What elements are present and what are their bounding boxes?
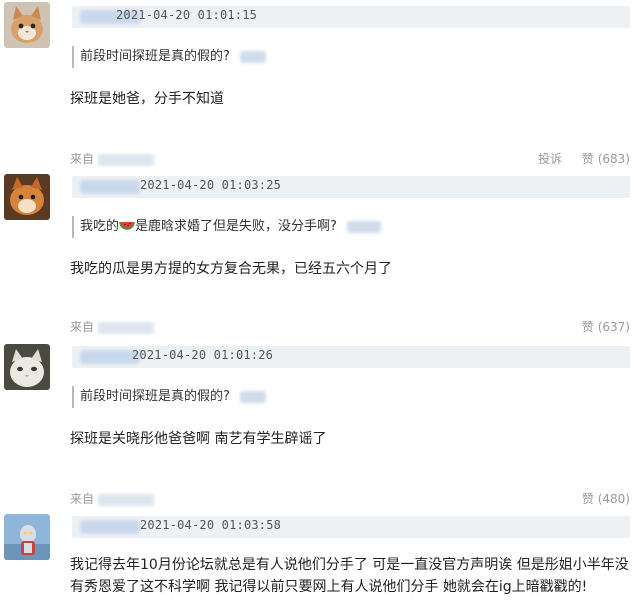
quoted-comment: 我吃的 是鹿晗求婚了但是失败，没分手啊? xyxy=(72,216,381,238)
username-blurred[interactable] xyxy=(80,350,140,364)
quoted-comment: 前段时间探班是真的假的? xyxy=(72,46,266,68)
comment-footer: 来自 赞 (480) xyxy=(70,490,630,508)
like-button[interactable]: 赞 (683) xyxy=(582,152,630,166)
comment-footer: 来自 赞 (637) xyxy=(70,318,630,336)
reply-text: 探班是关晓彤他爸爸啊 南艺有学生辟谣了 xyxy=(70,431,327,447)
reply-text: 我记得去年10月份论坛就总是有人说他们分手了 可是一直没官方声明诶 但是彤姐小半… xyxy=(70,554,635,598)
like-button[interactable]: 赞 (637) xyxy=(582,320,630,334)
reply-text: 我吃的瓜是男方提的女方复合无果，已经五六个月了 xyxy=(70,261,392,277)
comment-timestamp: 2021-04-20 01:01:26 xyxy=(132,348,274,362)
reply-text: 探班是她爸，分手不知道 xyxy=(70,91,224,107)
quoted-comment: 前段时间探班是真的假的? xyxy=(72,386,266,408)
watermelon-icon xyxy=(119,221,135,230)
like-button[interactable]: 赞 (480) xyxy=(582,492,630,506)
comment-timestamp: 2021-04-20 01:03:25 xyxy=(140,178,282,192)
comment-header: 2021-04-20 01:03:58 xyxy=(72,516,630,538)
source-info: 来自 xyxy=(70,490,155,507)
source-info: 来自 xyxy=(70,150,155,167)
comment-header: 2021-04-20 01:01:26 xyxy=(72,346,630,368)
quoted-comment-text: 前段时间探班是真的假的? xyxy=(80,389,230,404)
username-blurred[interactable] xyxy=(80,520,140,534)
username-blurred[interactable] xyxy=(80,180,140,194)
hero-avatar[interactable] xyxy=(4,514,50,560)
white-cat-avatar[interactable] xyxy=(4,344,50,390)
source-label: 来自 xyxy=(70,152,95,166)
comment-footer: 来自 投诉 赞 (683) xyxy=(70,150,630,168)
comment-header: 2021-04-20 01:03:25 xyxy=(72,176,630,198)
quoted-comment-text-end: 是鹿晗求婚了但是失败，没分手啊? xyxy=(135,219,337,234)
quoted-username-blurred xyxy=(239,50,266,63)
reply-line-2: 有秀恩爱了这不科学啊 我记得以前只要网上有人说他们分手 她就会在ig上暗戳戳的! xyxy=(70,579,588,595)
source-device-blurred xyxy=(98,153,155,166)
source-label: 来自 xyxy=(70,492,95,506)
source-device-blurred xyxy=(98,321,155,334)
fox-avatar[interactable] xyxy=(4,174,50,220)
comment-timestamp: 2021-04-20 01:01:15 xyxy=(116,8,258,22)
report-button[interactable]: 投诉 xyxy=(538,152,562,166)
source-info: 来自 xyxy=(70,318,155,335)
cat-avatar[interactable] xyxy=(4,2,50,48)
quoted-username-blurred xyxy=(346,220,381,233)
source-label: 来自 xyxy=(70,320,95,334)
quoted-comment-text-start: 我吃的 xyxy=(80,219,120,234)
source-device-blurred xyxy=(98,493,155,506)
reply-line-1: 我记得去年10月份论坛就总是有人说他们分手了 可是一直没官方声明诶 但是彤姐小半… xyxy=(70,557,629,573)
quoted-comment-text: 前段时间探班是真的假的? xyxy=(80,49,230,64)
comment-header: 2021-04-20 01:01:15 xyxy=(72,6,630,28)
quoted-username-blurred xyxy=(239,390,266,403)
comment-timestamp: 2021-04-20 01:03:58 xyxy=(140,518,282,532)
